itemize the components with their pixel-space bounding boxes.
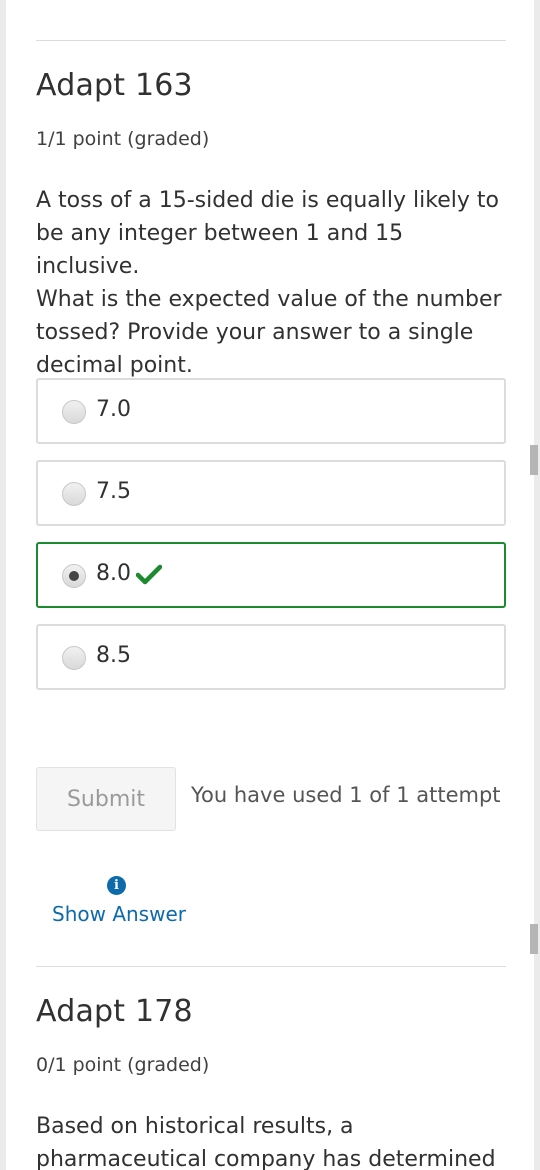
problem-title: Adapt 163 [36, 68, 193, 103]
question-text: A toss of a 15-sided die is equally like… [36, 184, 506, 382]
problem-points: 0/1 point (graded) [36, 1054, 210, 1076]
question-line: be any integer between 1 and 15 inclusiv… [36, 221, 404, 279]
attempts-text: You have used 1 of 1 attempt [191, 783, 501, 807]
answer-choice-8-5[interactable]: 8.5 [36, 624, 506, 690]
radio-button-selected[interactable] [62, 564, 86, 588]
section-divider [36, 40, 506, 41]
question-line: pharmaceutical company has determined [36, 1147, 496, 1170]
radio-button[interactable] [62, 646, 86, 670]
question-text: Based on historical results, a pharmaceu… [36, 1110, 506, 1170]
scrollbar-thumb-upper[interactable] [530, 445, 538, 475]
show-answer-link[interactable]: Show Answer [52, 902, 186, 926]
info-icon[interactable]: i [107, 876, 126, 895]
question-line: A toss of a 15-sided die is equally like… [36, 188, 499, 213]
choice-label: 8.5 [96, 643, 131, 668]
answer-choice-8-0[interactable]: 8.0 [36, 542, 506, 608]
radio-button[interactable] [62, 482, 86, 506]
left-page-border [0, 0, 6, 1170]
question-line: Based on historical results, a [36, 1114, 354, 1139]
answer-choice-7-0[interactable]: 7.0 [36, 378, 506, 444]
check-icon [136, 564, 162, 585]
section-divider [36, 966, 506, 967]
problem-title: Adapt 178 [36, 994, 193, 1029]
choice-label: 8.0 [96, 561, 131, 586]
question-line: tossed? Provide your answer to a single [36, 320, 474, 345]
radio-button[interactable] [62, 400, 86, 424]
submit-button[interactable]: Submit [36, 767, 176, 831]
answer-choice-7-5[interactable]: 7.5 [36, 460, 506, 526]
problem-points: 1/1 point (graded) [36, 128, 210, 150]
choice-label: 7.0 [96, 397, 131, 422]
right-scrollbar-track[interactable] [530, 0, 540, 1170]
question-line: What is the expected value of the number [36, 287, 502, 312]
choice-label: 7.5 [96, 479, 131, 504]
scrollbar-thumb-lower[interactable] [530, 924, 538, 954]
